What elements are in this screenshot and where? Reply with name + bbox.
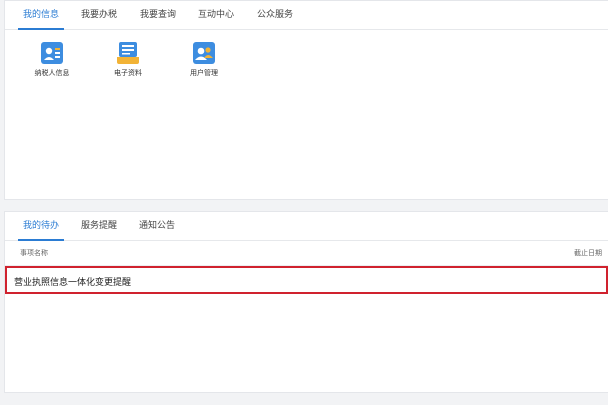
- top-tab-bar: 我的信息 我要办税 我要查询 互动中心 公众服务: [5, 1, 608, 30]
- tab-public-service[interactable]: 公众服务: [257, 1, 293, 29]
- todo-panel: 我的待办 服务提醒 通知公告 事项名称 截止日期 营业执照信息一体化变更提醒: [4, 211, 608, 393]
- todo-item-title[interactable]: 营业执照信息一体化变更提醒: [14, 275, 131, 288]
- electronic-docs-icon: [117, 42, 139, 64]
- tab-my-info[interactable]: 我的信息: [17, 1, 65, 30]
- shortcut-label: 用户管理: [190, 69, 218, 77]
- shortcut-electronic-docs[interactable]: 电子资料: [98, 41, 158, 78]
- my-info-panel: 我的信息 我要办税 我要查询 互动中心 公众服务 纳税人信息 电子资料 用户管理: [4, 0, 608, 200]
- column-item-name: 事项名称: [20, 249, 48, 257]
- column-deadline: 截止日期: [574, 249, 602, 257]
- tab-notice[interactable]: 通知公告: [139, 212, 175, 240]
- user-management-icon: [193, 42, 215, 64]
- shortcut-label: 纳税人信息: [34, 69, 70, 77]
- todo-table-header: 事项名称 截止日期: [5, 241, 608, 266]
- tab-my-todo[interactable]: 我的待办: [17, 212, 65, 241]
- shortcut-user-management[interactable]: 用户管理: [174, 41, 234, 78]
- taxpayer-card-icon: [41, 42, 63, 64]
- bottom-tab-bar: 我的待办 服务提醒 通知公告: [5, 212, 608, 241]
- tab-query[interactable]: 我要查询: [140, 1, 176, 29]
- shortcut-taxpayer-info[interactable]: 纳税人信息: [22, 41, 82, 78]
- tab-do-tax[interactable]: 我要办税: [81, 1, 117, 29]
- tab-interaction-center[interactable]: 互动中心: [198, 1, 234, 29]
- tab-service-reminder[interactable]: 服务提醒: [81, 212, 117, 240]
- table-row[interactable]: 营业执照信息一体化变更提醒: [5, 266, 608, 294]
- shortcut-label: 电子资料: [114, 69, 142, 77]
